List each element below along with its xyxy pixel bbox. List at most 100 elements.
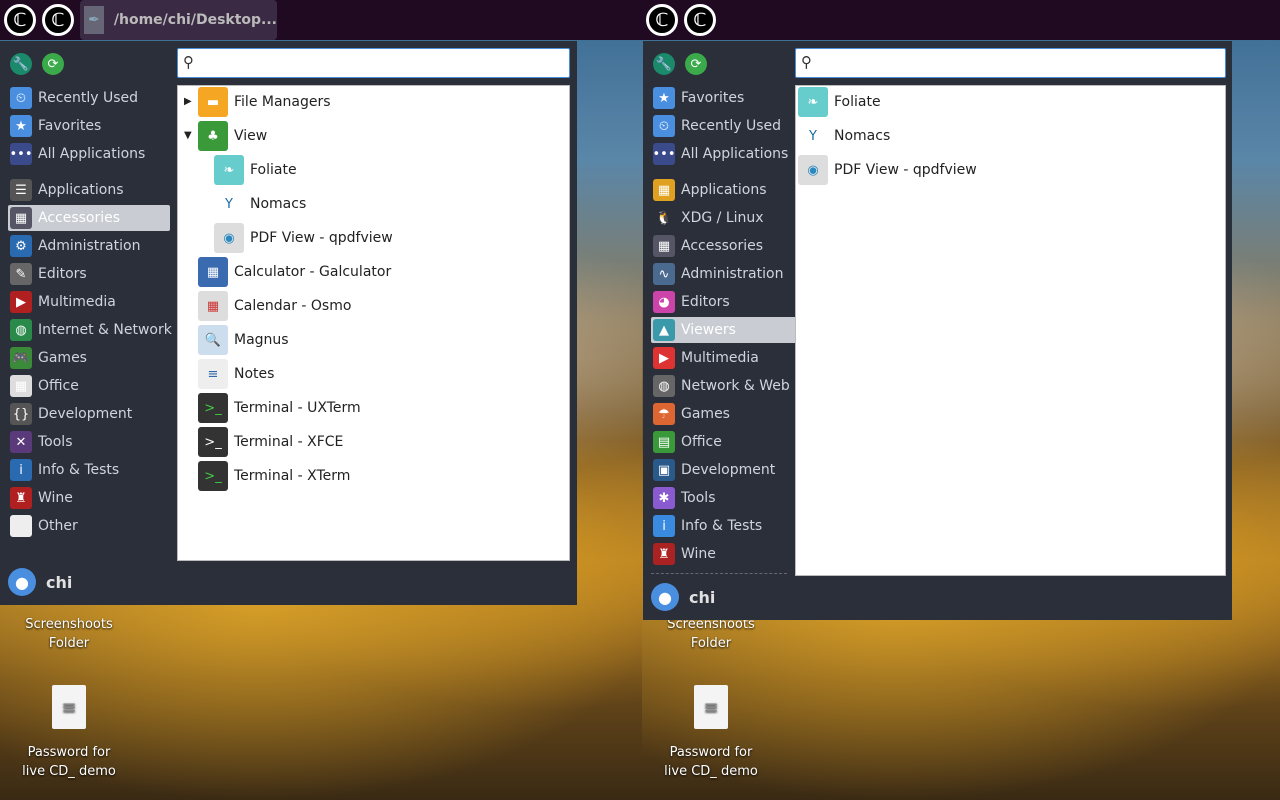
sidebar-item-games[interactable]: ☂ Games <box>651 401 813 427</box>
sidebar-item-info-tests[interactable]: i Info & Tests <box>8 457 170 483</box>
app-menu-logo-icon[interactable]: ℂ <box>646 4 678 36</box>
menu-header-actions: 🔧 ⟳ <box>10 53 64 75</box>
desktop-icon-password-file[interactable]: ≡ Password for live CD_ demo <box>4 685 134 781</box>
sidebar-item-tools[interactable]: ✕ Tools <box>8 429 170 455</box>
recently-used-icon: ⏲ <box>10 87 32 109</box>
sidebar-item-all-applications[interactable]: ••• All Applications <box>651 141 813 167</box>
desktop-icon-label: Password for <box>669 745 753 760</box>
sidebar-item-accessories[interactable]: ▦ Accessories <box>8 205 170 231</box>
tools-icon: ✕ <box>10 431 32 453</box>
app-item-calculator-galculator[interactable]: ▦ Calculator - Galculator <box>198 256 391 288</box>
app-item-terminal-xterm[interactable]: >_ Terminal - XTerm <box>198 460 350 492</box>
sidebar-item-favorites[interactable]: ★ Favorites <box>651 85 813 111</box>
app-item-notes[interactable]: ≡ Notes <box>198 358 274 390</box>
sidebar-item-all-applications[interactable]: ••• All Applications <box>8 141 170 167</box>
foliate-icon: ❧ <box>798 87 828 117</box>
development-icon: ▣ <box>653 459 675 481</box>
settings-icon[interactable]: 🔧 <box>10 53 32 75</box>
sidebar-item-applications[interactable]: ▦ Applications <box>651 177 813 203</box>
search-input[interactable]: ⚲ <box>795 48 1226 78</box>
user-info[interactable]: ● chi <box>651 583 715 611</box>
desktop-icon-screenshoots-folder[interactable]: Screenshoots Folder <box>646 615 776 653</box>
app-item-foliate[interactable]: ❧ Foliate <box>798 86 881 118</box>
sidebar-item-favorites[interactable]: ★ Favorites <box>8 113 170 139</box>
sidebar-item-recently-used[interactable]: ⏲ Recently Used <box>8 85 170 111</box>
sidebar-item-tools[interactable]: ✱ Tools <box>651 485 813 511</box>
taskbar-window-button[interactable]: ✒ /home/chi/Desktop... <box>80 0 277 40</box>
sidebar-item-label: Favorites <box>38 118 102 134</box>
settings-icon[interactable]: 🔧 <box>653 53 675 75</box>
games-icon: 🎮 <box>10 347 32 369</box>
sidebar-item-network-web[interactable]: ◍ Network & Web <box>651 373 813 399</box>
multimedia-icon: ▶ <box>653 347 675 369</box>
development-icon: {} <box>10 403 32 425</box>
app-item-foliate[interactable]: ❧ Foliate <box>214 154 297 186</box>
favorites-icon: ★ <box>10 115 32 137</box>
sidebar-item-development[interactable]: {} Development <box>8 401 170 427</box>
desktop-icon-password-file[interactable]: ≡ Password for live CD_ demo <box>646 685 776 781</box>
desktop-icon-label: live CD_ demo <box>22 764 116 779</box>
sidebar-item-label: Accessories <box>38 210 121 226</box>
sidebar-item-label: Applications <box>681 182 767 198</box>
sidebar-item-label: Administration <box>681 266 784 282</box>
app-item-label: Foliate <box>250 162 297 178</box>
app-menu-logo-icon[interactable]: ℂ <box>684 4 716 36</box>
app-menu-logo-icon[interactable]: ℂ <box>4 4 36 36</box>
app-item-calendar-osmo[interactable]: ▦ Calendar - Osmo <box>198 290 351 322</box>
sidebar-item-xdg-linux[interactable]: 🐧 XDG / Linux <box>651 205 813 231</box>
sidebar-item-label: Tools <box>681 490 716 506</box>
desktop-icon-screenshoots-folder[interactable]: Screenshoots Folder <box>4 615 134 653</box>
app-item-pdf-view-qpdfview[interactable]: ◉ PDF View - qpdfview <box>214 222 393 254</box>
app-item-label: Nomacs <box>250 196 307 212</box>
sidebar-item-applications[interactable]: ☰ Applications <box>8 177 170 203</box>
app-item-magnus[interactable]: 🔍 Magnus <box>198 324 289 356</box>
sidebar-item-office[interactable]: ▦ Office <box>8 373 170 399</box>
office-icon: ▦ <box>10 375 32 397</box>
app-item-view[interactable]: ♣ View <box>198 120 267 152</box>
sidebar-item-label: Wine <box>681 546 716 562</box>
nomacs-icon: Y <box>798 121 828 151</box>
app-item-file-managers[interactable]: ▬ File Managers <box>198 86 331 118</box>
sidebar-item-internet-network[interactable]: ◍ Internet & Network <box>8 317 172 343</box>
sidebar-item-accessories[interactable]: ▦ Accessories <box>651 233 813 259</box>
app-item-nomacs[interactable]: Y Nomacs <box>214 188 306 220</box>
sidebar-item-development[interactable]: ▣ Development <box>651 457 813 483</box>
app-item-pdf-view-qpdfview[interactable]: ◉ PDF View - qpdfview <box>798 154 977 186</box>
sidebar-item-label: Wine <box>38 490 73 506</box>
app-item-label: Terminal - UXTerm <box>234 400 361 416</box>
logout-icon[interactable]: ⟳ <box>42 53 64 75</box>
sidebar-item-recently-used[interactable]: ⏲ Recently Used <box>651 113 813 139</box>
logout-icon[interactable]: ⟳ <box>685 53 707 75</box>
expander-icon[interactable]: ▶ <box>184 96 192 107</box>
sidebar-item-label: All Applications <box>38 146 146 162</box>
app-item-label: Foliate <box>834 94 881 110</box>
app-menu-logo-icon[interactable]: ℂ <box>42 4 74 36</box>
sidebar-item-multimedia[interactable]: ▶ Multimedia <box>651 345 813 371</box>
sidebar-item-games[interactable]: 🎮 Games <box>8 345 170 371</box>
multimedia-icon: ▶ <box>10 291 32 313</box>
app-item-terminal-xfce[interactable]: >_ Terminal - XFCE <box>198 426 343 458</box>
sidebar-item-office[interactable]: ▤ Office <box>651 429 813 455</box>
sidebar-item-multimedia[interactable]: ▶ Multimedia <box>8 289 170 315</box>
tools-icon: ✱ <box>653 487 675 509</box>
nomacs-icon: Y <box>214 189 244 219</box>
administration-icon: ∿ <box>653 263 675 285</box>
user-info[interactable]: ● chi <box>8 568 72 596</box>
search-input[interactable]: ⚲ <box>177 48 570 78</box>
sidebar-item-viewers[interactable]: ▲ Viewers <box>651 317 813 343</box>
sidebar-item-administration[interactable]: ∿ Administration <box>651 261 813 287</box>
expander-icon[interactable]: ▼ <box>184 130 192 141</box>
accessories-icon: ▦ <box>653 235 675 257</box>
desktop-icon-label: Folder <box>48 636 90 651</box>
sidebar-item-wine[interactable]: ♜ Wine <box>651 541 813 567</box>
app-item-nomacs[interactable]: Y Nomacs <box>798 120 890 152</box>
task-title: /home/chi/Desktop... <box>113 12 277 28</box>
sidebar-item-other[interactable]: Other <box>8 513 170 539</box>
sidebar-item-wine[interactable]: ♜ Wine <box>8 485 170 511</box>
sidebar-separator <box>651 573 787 574</box>
app-item-terminal-uxterm[interactable]: >_ Terminal - UXTerm <box>198 392 361 424</box>
sidebar-item-administration[interactable]: ⚙ Administration <box>8 233 170 259</box>
sidebar-item-info-tests[interactable]: i Info & Tests <box>651 513 813 539</box>
sidebar-item-editors[interactable]: ◕ Editors <box>651 289 813 315</box>
sidebar-item-editors[interactable]: ✎ Editors <box>8 261 170 287</box>
